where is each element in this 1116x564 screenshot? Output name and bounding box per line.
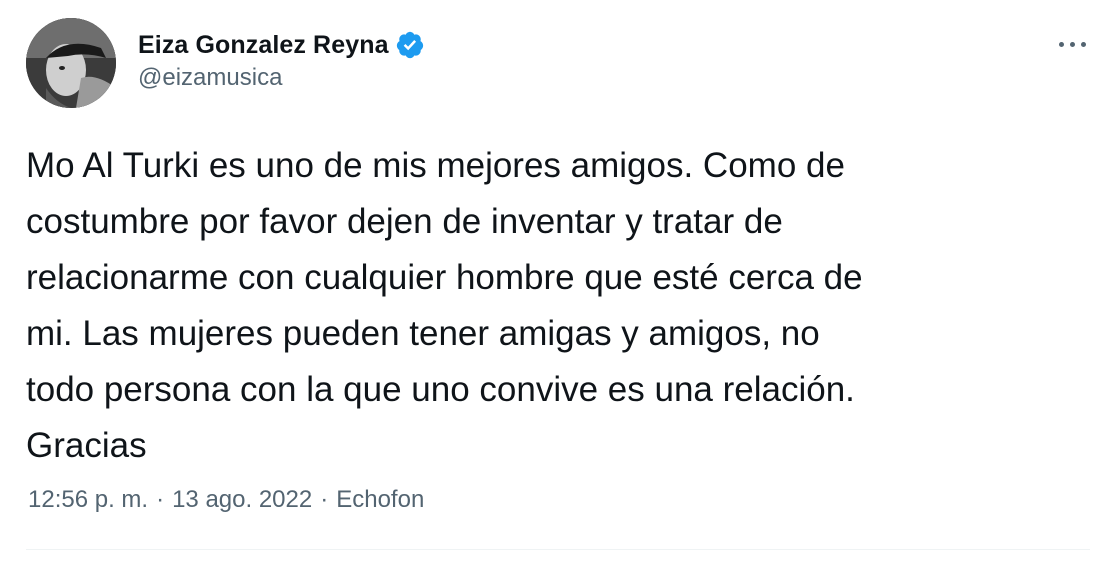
tweet-source[interactable]: Echofon — [336, 486, 424, 514]
tweet-card: Eiza Gonzalez Reyna @eizamusica Mo Al Tu… — [0, 0, 1116, 564]
author-handle[interactable]: @eizamusica — [138, 64, 425, 92]
more-dot — [1058, 41, 1064, 47]
author-info[interactable]: Eiza Gonzalez Reyna @eizamusica — [138, 28, 425, 92]
more-options-icon[interactable] — [1052, 30, 1092, 58]
tweet-date[interactable]: 13 ago. 2022 — [172, 486, 312, 514]
more-dot — [1080, 41, 1086, 47]
more-dot — [1069, 41, 1075, 47]
tweet-metadata: 12:56 p. m. · 13 ago. 2022 · Echofon — [28, 486, 424, 514]
tweet-time[interactable]: 12:56 p. m. — [28, 486, 148, 514]
author-display-name[interactable]: Eiza Gonzalez Reyna — [138, 31, 389, 60]
avatar[interactable] — [26, 18, 116, 108]
verified-badge-icon — [395, 30, 425, 60]
meta-separator: · — [156, 486, 165, 513]
tweet-text: Mo Al Turki es uno de mis mejores amigos… — [26, 146, 863, 465]
avatar-photo-icon — [26, 18, 116, 108]
meta-separator: · — [320, 486, 329, 513]
divider — [26, 549, 1090, 550]
author-name-row: Eiza Gonzalez Reyna — [138, 28, 425, 62]
